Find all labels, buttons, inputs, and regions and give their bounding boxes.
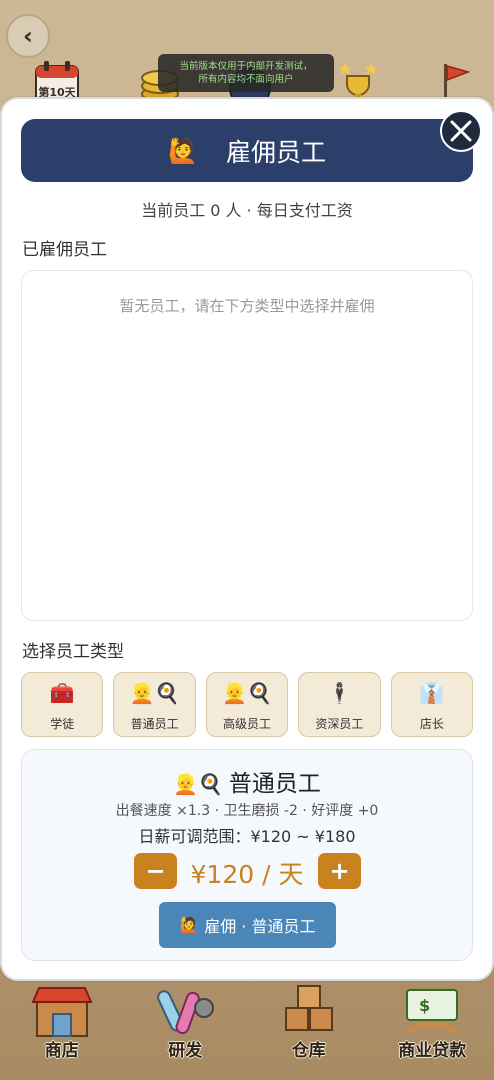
research-icon	[157, 990, 215, 1035]
back-button[interactable]: ‹	[6, 14, 50, 58]
nav-label-warehouse: 仓库	[291, 1041, 326, 1061]
cook-icon: 👱🍳	[173, 772, 223, 796]
type-card-manager[interactable]: 👔 店长	[390, 672, 474, 737]
type-label: 资深员工	[315, 717, 364, 731]
type-section-label: 选择员工类型	[22, 642, 124, 662]
shop-icon	[31, 987, 93, 1037]
type-label: 普通员工	[130, 717, 179, 731]
type-card-senior[interactable]: 👱🍳 高级员工	[205, 672, 289, 737]
cook-icon: 👱🍳	[222, 681, 272, 705]
selected-type-detail: 👱🍳 普通员工 出餐速度 ×1.3 · 卫生磨损 -2 · 好评度 +0 日薪可调…	[21, 749, 473, 961]
hire-button[interactable]: 🙋 雇佣 · 普通员工	[159, 902, 336, 948]
hired-staff-list: 暂无员工，请在下方类型中选择并雇佣	[21, 270, 473, 621]
top-bar: ‹ 第10天 当前版本仅用于内部开发测试， 所有内容均不面向用户	[0, 0, 494, 110]
detail-name: 普通员工	[228, 771, 321, 797]
type-label: 学徒	[50, 717, 75, 731]
salary-value: ¥120 / 天	[190, 860, 304, 889]
toolbox-icon: 🧰	[49, 681, 75, 705]
businessman-icon: 🕴	[326, 681, 352, 705]
staff-summary: 当前员工 0 人 · 每日支付工资	[141, 201, 353, 220]
hire-button-label: 雇佣 · 普通员工	[204, 917, 316, 936]
type-card-apprentice[interactable]: 🧰 学徒	[21, 672, 104, 737]
detail-stats: 出餐速度 ×1.3 · 卫生磨损 -2 · 好评度 +0	[115, 803, 379, 819]
modal-header: 🙋 雇佣员工	[21, 119, 473, 182]
svg-text:$: $	[419, 996, 430, 1015]
type-card-veteran[interactable]: 🕴 资深员工	[298, 672, 381, 737]
modal-title: 雇佣员工	[225, 137, 326, 167]
necktie-icon: 👔	[419, 681, 445, 705]
nav-item-loan[interactable]: $ 商业贷款	[371, 978, 494, 1080]
nav-label-shop: 商店	[44, 1041, 79, 1061]
hired-section-label: 已雇佣员工	[22, 240, 107, 260]
nav-item-shop[interactable]: 商店	[0, 978, 124, 1080]
raising-hand-icon: 🙋	[179, 916, 199, 934]
raising-hand-icon: 🙋	[168, 136, 198, 165]
staff-type-selector: 🧰 学徒 👱🍳 普通员工 👱🍳 高级员工 🕴 资深员工 👔 店长	[21, 672, 474, 737]
close-icon	[450, 120, 472, 142]
type-card-regular[interactable]: 👱🍳 普通员工	[113, 672, 196, 737]
beta-notice: 当前版本仅用于内部开发测试， 所有内容均不面向用户	[158, 54, 334, 92]
warehouse-icon	[284, 985, 333, 1031]
nav-item-research[interactable]: 研发	[124, 978, 248, 1080]
cook-icon: 👱🍳	[129, 681, 180, 705]
detail-title: 👱🍳 普通员工	[22, 764, 472, 798]
loan-icon: $	[406, 989, 459, 1033]
beta-notice-line1: 当前版本仅用于内部开发测试，	[179, 61, 313, 72]
salary-range: 日薪可调范围：¥120 ~ ¥180	[138, 827, 356, 846]
nav-label-loan: 商业贷款	[398, 1041, 467, 1061]
close-button[interactable]	[440, 110, 482, 152]
bottom-nav: 商店 研发 仓库 $ 商业贷款	[0, 978, 494, 1080]
salary-increase-button[interactable]: +	[318, 853, 361, 889]
nav-label-research: 研发	[168, 1041, 203, 1061]
type-label: 店长	[419, 717, 444, 731]
empty-state-text: 暂无员工，请在下方类型中选择并雇佣	[119, 297, 375, 315]
beta-notice-line2: 所有内容均不面向用户	[198, 74, 294, 85]
type-label: 高级员工	[223, 717, 272, 731]
nav-item-warehouse[interactable]: 仓库	[247, 978, 371, 1080]
